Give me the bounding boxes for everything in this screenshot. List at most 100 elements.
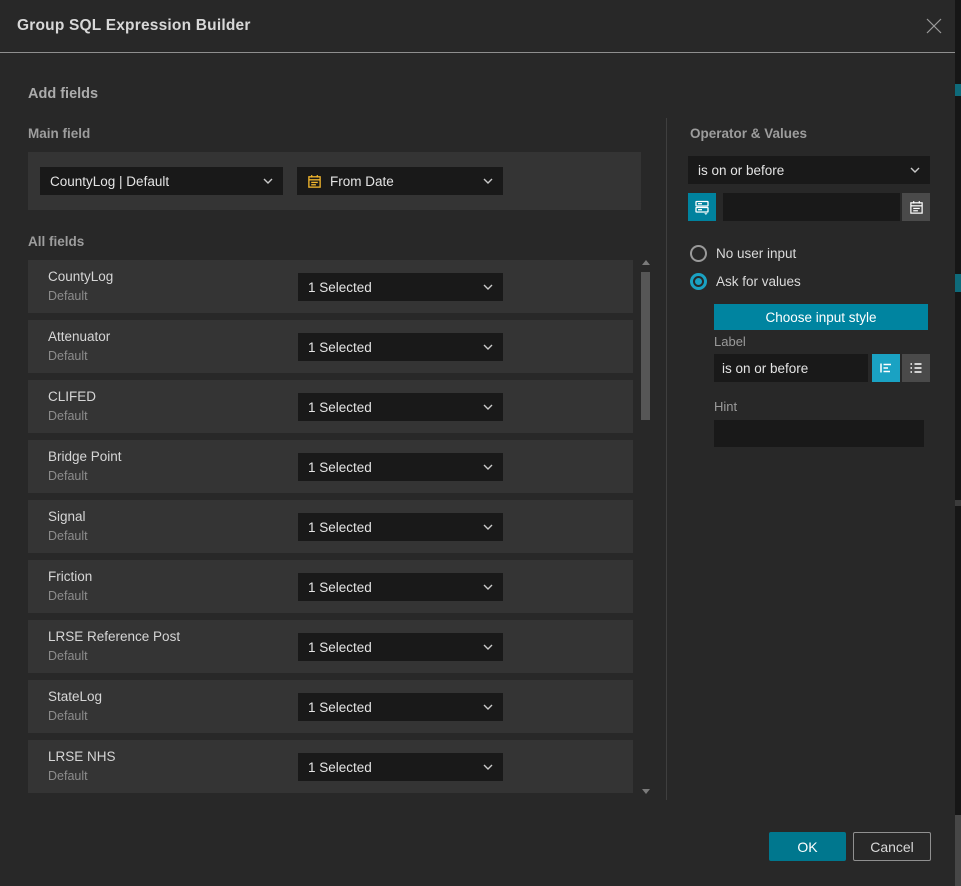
field-row: CountyLog Default 1 Selected	[28, 260, 633, 313]
ok-button[interactable]: OK	[769, 832, 846, 861]
calendar-picker-button[interactable]	[902, 193, 930, 221]
field-default-label: Default	[48, 409, 88, 423]
field-name: Attenuator	[48, 329, 110, 344]
hint-caption: Hint	[714, 399, 737, 414]
calendar-date-icon	[307, 174, 322, 189]
main-field-select-value: From Date	[330, 174, 477, 189]
chevron-down-icon	[483, 584, 493, 590]
background-app-strip	[955, 0, 961, 886]
chevron-down-icon	[483, 524, 493, 530]
dialog-title: Group SQL Expression Builder	[17, 0, 251, 52]
layer-select-value: CountyLog | Default	[50, 174, 257, 189]
cancel-button[interactable]: Cancel	[853, 832, 931, 861]
fields-scrollbar[interactable]	[640, 258, 651, 796]
layer-select[interactable]: CountyLog | Default	[40, 167, 283, 195]
chevron-down-icon	[483, 464, 493, 470]
field-values-select[interactable]: 1 Selected	[298, 453, 503, 481]
field-name: LRSE Reference Post	[48, 629, 180, 644]
background-fragment	[955, 500, 961, 506]
field-row: StateLog Default 1 Selected	[28, 680, 633, 733]
radio-no-user-input-label: No user input	[716, 246, 796, 261]
chevron-down-icon	[483, 178, 493, 184]
field-values-select[interactable]: 1 Selected	[298, 573, 503, 601]
field-values-select-value: 1 Selected	[308, 280, 477, 295]
background-fragment	[955, 815, 961, 886]
radio-ask-for-values[interactable]: Ask for values	[690, 273, 801, 290]
chevron-down-icon	[483, 404, 493, 410]
main-field-heading: Main field	[28, 126, 90, 141]
chevron-down-icon	[483, 344, 493, 350]
chevron-down-icon	[263, 178, 273, 184]
single-value-style-button[interactable]	[872, 354, 900, 382]
main-field-select[interactable]: From Date	[297, 167, 503, 195]
operator-select-value: is on or before	[698, 163, 904, 178]
title-divider	[0, 52, 955, 53]
field-name: Friction	[48, 569, 92, 584]
field-values-select-value: 1 Selected	[308, 640, 477, 655]
field-name: Bridge Point	[48, 449, 122, 464]
field-row: LRSE Reference Post Default 1 Selected	[28, 620, 633, 673]
chevron-down-icon	[483, 644, 493, 650]
field-values-select[interactable]: 1 Selected	[298, 693, 503, 721]
chevron-down-icon	[483, 284, 493, 290]
field-default-label: Default	[48, 589, 88, 603]
close-icon[interactable]	[925, 17, 943, 35]
list-style-button[interactable]	[902, 354, 930, 382]
hint-input[interactable]	[714, 420, 924, 447]
chevron-down-icon	[483, 764, 493, 770]
field-default-label: Default	[48, 769, 88, 783]
add-fields-heading: Add fields	[28, 86, 98, 102]
field-default-label: Default	[48, 649, 88, 663]
scroll-up-icon[interactable]	[642, 260, 650, 265]
field-values-select-value: 1 Selected	[308, 760, 477, 775]
group-sql-expression-builder-dialog: Group SQL Expression Builder Add fields …	[0, 0, 961, 886]
field-name: Signal	[48, 509, 86, 524]
field-row: LRSE NHS Default 1 Selected	[28, 740, 633, 793]
field-name: CLIFED	[48, 389, 96, 404]
field-values-select[interactable]: 1 Selected	[298, 513, 503, 541]
field-values-select-value: 1 Selected	[308, 580, 477, 595]
column-divider	[666, 118, 667, 800]
field-default-label: Default	[48, 709, 88, 723]
field-values-select-value: 1 Selected	[308, 400, 477, 415]
background-fragment	[955, 274, 961, 292]
all-fields-heading: All fields	[28, 234, 84, 249]
field-row: Attenuator Default 1 Selected	[28, 320, 633, 373]
field-values-select-value: 1 Selected	[308, 460, 477, 475]
field-values-select[interactable]: 1 Selected	[298, 273, 503, 301]
field-row: Friction Default 1 Selected	[28, 560, 633, 613]
main-field-panel: CountyLog | Default From Date	[28, 152, 641, 210]
radio-selected-icon	[690, 273, 707, 290]
field-name: CountyLog	[48, 269, 113, 284]
field-values-select[interactable]: 1 Selected	[298, 393, 503, 421]
chevron-down-icon	[910, 167, 920, 173]
radio-unselected-icon	[690, 245, 707, 262]
field-name: StateLog	[48, 689, 102, 704]
field-values-select-value: 1 Selected	[308, 340, 477, 355]
all-fields-list: CountyLog Default 1 Selected Attenuator …	[28, 260, 633, 800]
operator-select[interactable]: is on or before	[688, 156, 930, 184]
input-type-toggle-button[interactable]	[688, 193, 716, 221]
field-values-select[interactable]: 1 Selected	[298, 333, 503, 361]
date-value-input[interactable]	[723, 193, 900, 221]
chevron-down-icon	[483, 704, 493, 710]
field-values-select-value: 1 Selected	[308, 700, 477, 715]
field-row: Bridge Point Default 1 Selected	[28, 440, 633, 493]
radio-no-user-input[interactable]: No user input	[690, 245, 796, 262]
field-default-label: Default	[48, 529, 88, 543]
title-bar: Group SQL Expression Builder	[0, 0, 955, 52]
choose-input-style-button[interactable]: Choose input style	[714, 304, 928, 330]
label-caption: Label	[714, 334, 746, 349]
field-row: CLIFED Default 1 Selected	[28, 380, 633, 433]
field-default-label: Default	[48, 469, 88, 483]
operator-values-heading: Operator & Values	[690, 126, 807, 141]
label-input[interactable]	[714, 354, 868, 382]
scrollbar-thumb[interactable]	[641, 272, 650, 420]
field-values-select[interactable]: 1 Selected	[298, 753, 503, 781]
scroll-down-icon[interactable]	[642, 789, 650, 794]
background-fragment	[955, 84, 961, 96]
field-default-label: Default	[48, 349, 88, 363]
radio-ask-for-values-label: Ask for values	[716, 274, 801, 289]
field-default-label: Default	[48, 289, 88, 303]
field-values-select[interactable]: 1 Selected	[298, 633, 503, 661]
